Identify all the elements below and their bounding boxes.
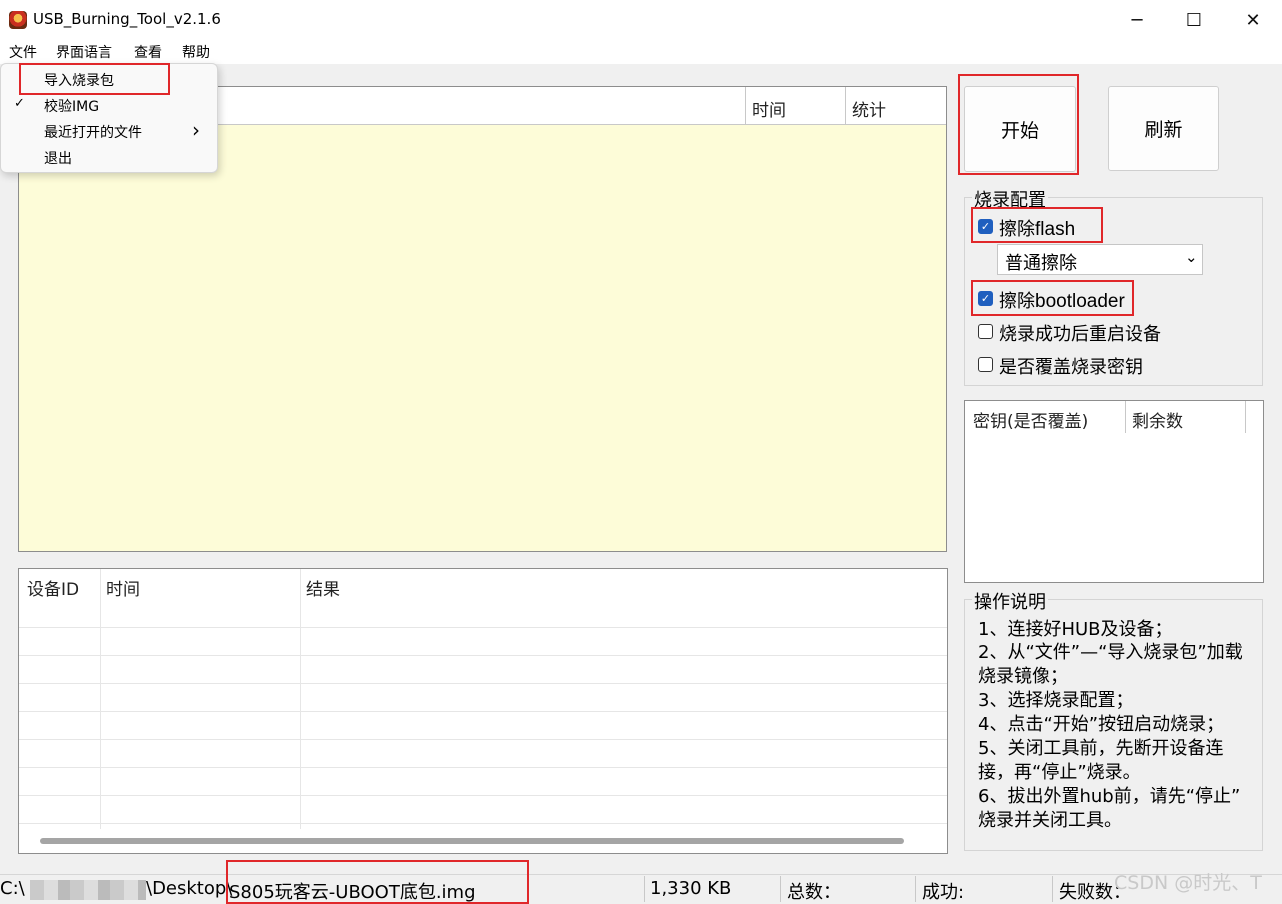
table-row	[19, 823, 947, 824]
close-button[interactable]: ✕	[1222, 0, 1282, 40]
chevron-down-icon: ⌄	[1185, 248, 1198, 266]
check-icon: ✓	[14, 96, 25, 111]
column-header-device-id[interactable]: 设备ID	[27, 575, 79, 600]
total-label: 总数：	[787, 882, 841, 903]
watermark: CSDN @时光、T	[1114, 872, 1262, 894]
column-divider	[745, 87, 746, 125]
reboot-after-label: 烧录成功后重启设备	[999, 324, 1161, 345]
highlight-box	[226, 860, 529, 904]
menu-item-recent-files[interactable]: 最近打开的文件	[44, 122, 142, 142]
instruction-line: 6、拔出外置hub前，请先“停止”	[978, 786, 1241, 807]
column-header-time[interactable]: 时间	[752, 96, 786, 121]
success-label: 成功:	[922, 882, 965, 903]
instruction-line: 烧录并关闭工具。	[978, 810, 1122, 831]
highlight-box	[19, 63, 170, 95]
column-divider	[1245, 401, 1246, 433]
column-header-key[interactable]: 密钥(是否覆盖)	[973, 407, 1088, 432]
app-icon	[9, 11, 27, 29]
redacted-path	[30, 880, 146, 900]
instruction-line: 1、连接好HUB及设备；	[978, 619, 1173, 640]
menu-view[interactable]: 查看	[134, 42, 162, 62]
column-header-remaining[interactable]: 剩余数	[1132, 407, 1183, 432]
table-row	[19, 627, 947, 628]
column-divider	[1125, 401, 1126, 433]
instruction-line: 5、关闭工具前，先断开设备连	[978, 738, 1224, 759]
table-row	[19, 655, 947, 656]
refresh-button[interactable]: 刷新	[1108, 86, 1219, 171]
instruction-line: 烧录镜像；	[978, 666, 1068, 687]
highlight-box	[971, 280, 1134, 316]
instruction-line: 2、从“文件”—“导入烧录包”加载	[978, 642, 1243, 663]
column-header-stats[interactable]: 统计	[852, 96, 886, 121]
status-divider	[644, 876, 645, 902]
column-header-time[interactable]: 时间	[106, 575, 140, 600]
column-divider	[845, 87, 846, 125]
instruction-line: 4、点击“开始”按钮启动烧录；	[978, 714, 1225, 735]
status-divider	[915, 876, 916, 902]
highlight-box	[971, 207, 1103, 243]
menu-item-exit[interactable]: 退出	[44, 148, 72, 168]
table-row	[19, 767, 947, 768]
chevron-right-icon: ›	[192, 118, 200, 142]
overwrite-key-label: 是否覆盖烧录密钥	[999, 357, 1143, 378]
status-divider	[780, 876, 781, 902]
table-row	[19, 711, 947, 712]
column-divider	[300, 569, 301, 829]
path-mid: \Desktop\	[146, 878, 233, 899]
table-row	[19, 795, 947, 796]
erase-mode-select[interactable]: 普通擦除	[997, 244, 1203, 275]
minimize-button[interactable]: ─	[1106, 0, 1168, 40]
menu-item-verify-img[interactable]: 校验IMG	[44, 96, 99, 116]
menu-file[interactable]: 文件	[9, 42, 37, 62]
instruction-line: 接，再“停止”烧录。	[978, 762, 1141, 783]
highlight-box	[958, 74, 1079, 175]
path-prefix: C:\	[0, 878, 25, 899]
column-divider	[100, 569, 101, 829]
maximize-button[interactable]: ☐	[1163, 0, 1225, 40]
horizontal-scrollbar[interactable]	[40, 838, 904, 844]
menu-help[interactable]: 帮助	[182, 42, 210, 62]
reboot-after-checkbox[interactable]	[978, 324, 993, 339]
window-title: USB_Burning_Tool_v2.1.6	[33, 10, 221, 28]
file-size: 1,330 KB	[650, 878, 732, 899]
menu-language[interactable]: 界面语言	[56, 42, 112, 62]
table-row	[19, 683, 947, 684]
column-header-result[interactable]: 结果	[306, 575, 340, 600]
status-divider	[1052, 876, 1053, 902]
instructions-title: 操作说明	[972, 588, 1048, 614]
table-row	[19, 739, 947, 740]
overwrite-key-checkbox[interactable]	[978, 357, 993, 372]
instruction-line: 3、选择烧录配置；	[978, 690, 1134, 711]
